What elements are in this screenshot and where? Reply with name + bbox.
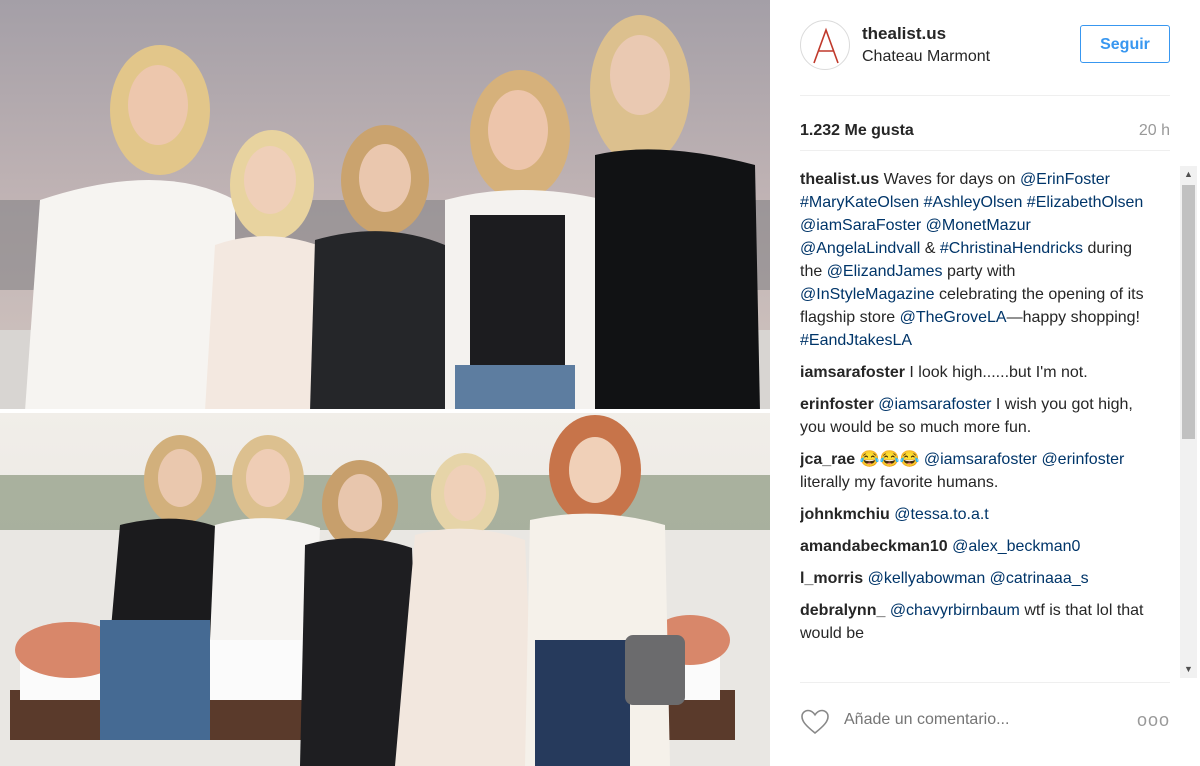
comment: debralynn_ @chavyrbirnbaum wtf is that l… (800, 599, 1152, 645)
mention-link[interactable]: @iamsarafoster @erinfoster (924, 451, 1125, 468)
comment-username[interactable]: johnkmchiu (800, 506, 890, 523)
comment: amandabeckman10 @alex_beckman0 (800, 535, 1152, 558)
scroll-up-icon[interactable]: ▲ (1180, 166, 1197, 183)
comment-text: & (920, 240, 940, 257)
mention-link[interactable]: @kellyabowman @catrinaaa_s (868, 570, 1089, 587)
post-photo[interactable] (0, 0, 770, 766)
comment-username[interactable]: erinfoster (800, 396, 874, 413)
mention-link[interactable]: @InStyleMagazine (800, 286, 935, 303)
comment-text: 😂😂😂 (855, 451, 924, 468)
comment-text: party with (942, 263, 1016, 280)
comments-scrollbar[interactable]: ▲ ▼ (1180, 166, 1197, 678)
post-header: thealist.us Chateau Marmont Seguir (800, 18, 1170, 74)
divider (800, 682, 1170, 683)
comment: johnkmchiu @tessa.to.a.t (800, 503, 1152, 526)
comment-list[interactable]: thealist.us Waves for days on @ErinFoste… (800, 168, 1152, 678)
comment: jca_rae 😂😂😂 @iamsarafoster @erinfoster l… (800, 448, 1152, 494)
photo-collage (0, 0, 770, 766)
mention-link[interactable]: @alex_beckman0 (952, 538, 1080, 555)
post-time[interactable]: 20 h (1139, 122, 1170, 140)
comment: erinfoster @iamsarafoster I wish you got… (800, 393, 1152, 439)
likes-count[interactable]: 1.232 Me gusta (800, 122, 914, 140)
mention-link[interactable]: @AngelaLindvall (800, 240, 920, 257)
avatar[interactable] (800, 20, 850, 70)
comment-username[interactable]: thealist.us (800, 171, 879, 188)
more-options-icon[interactable]: ooo (1137, 710, 1170, 731)
post-sidebar: thealist.us Chateau Marmont Seguir 1.232… (770, 0, 1200, 766)
heart-icon[interactable] (800, 708, 830, 736)
comment: iamsarafoster I look high......but I'm n… (800, 361, 1152, 384)
brand-logo-icon (813, 27, 839, 64)
follow-button[interactable]: Seguir (1080, 25, 1170, 63)
mention-link[interactable]: @ElizandJames (827, 263, 943, 280)
comment-text: —happy shopping! (1006, 309, 1140, 326)
mention-link[interactable]: @iamSaraFoster (800, 217, 921, 234)
divider (800, 95, 1170, 96)
comment-username[interactable]: iamsarafoster (800, 364, 905, 381)
add-comment-input[interactable] (844, 711, 1074, 729)
comment-username[interactable]: jca_rae (800, 451, 855, 468)
mention-link[interactable]: @ErinFoster (1020, 171, 1110, 188)
hashtag-link[interactable]: #AshleyOlsen (924, 194, 1023, 211)
mention-link[interactable]: @MonetMazur (926, 217, 1031, 234)
scrollbar-thumb[interactable] (1182, 185, 1195, 439)
hashtag-link[interactable]: #MaryKateOlsen (800, 194, 919, 211)
comment-text: I look high......but I'm not. (904, 364, 1088, 381)
mention-link[interactable]: @tessa.to.a.t (894, 506, 989, 523)
divider (800, 150, 1170, 151)
comment-text: literally my favorite humans. (800, 474, 999, 491)
hashtag-link[interactable]: #EandJtakesLA (800, 332, 912, 349)
username-link[interactable]: thealist.us (862, 24, 946, 44)
mention-link[interactable]: @chavyrbirnbaum (890, 602, 1020, 619)
mention-link[interactable]: @TheGroveLA (900, 309, 1007, 326)
bottom-photo (0, 411, 770, 766)
hashtag-link[interactable]: #ChristinaHendricks (940, 240, 1083, 257)
top-photo (0, 0, 770, 411)
comment-username[interactable]: amandabeckman10 (800, 538, 948, 555)
comment-footer: ooo (800, 700, 1170, 744)
scroll-down-icon[interactable]: ▼ (1180, 661, 1197, 678)
location-link[interactable]: Chateau Marmont (862, 48, 990, 66)
mention-link[interactable]: @iamsarafoster (878, 396, 991, 413)
comment: l_morris @kellyabowman @catrinaaa_s (800, 567, 1152, 590)
comment-username[interactable]: l_morris (800, 570, 863, 587)
caption: thealist.us Waves for days on @ErinFoste… (800, 168, 1152, 352)
hashtag-link[interactable]: #ElizabethOlsen (1027, 194, 1144, 211)
comment-text: Waves for days on (879, 171, 1020, 188)
comment-username[interactable]: debralynn_ (800, 602, 885, 619)
